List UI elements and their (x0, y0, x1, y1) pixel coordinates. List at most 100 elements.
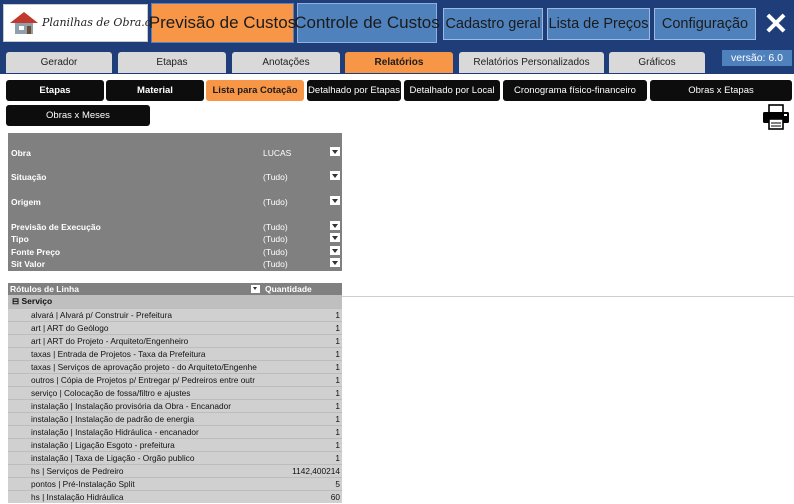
close-icon[interactable]: ✕ (760, 8, 792, 41)
row-quantity: 60 (330, 492, 340, 502)
filter-tipo-dropdown-icon[interactable] (330, 233, 340, 242)
row-quantity: 5 (335, 479, 340, 489)
row-quantity: 1 (335, 414, 340, 424)
row-label: pontos | Pré-Instalação Split (31, 479, 135, 489)
row-quantity: 1 (335, 453, 340, 463)
filter-tipo-value: (Tudo) (263, 234, 288, 244)
row-quantity: 1 (335, 401, 340, 411)
filter-fonte-dropdown-icon[interactable] (330, 246, 340, 255)
table-row[interactable]: instalação | Taxa de Ligação - Orgão pub… (8, 451, 342, 464)
filter-previsao-value: (Tudo) (263, 222, 288, 232)
row-label: instalação | Instalação provisória da Ob… (31, 401, 232, 411)
version-label: versão: 6.0 (722, 50, 792, 66)
pivot-table-header: Rótulos de Linha Quantidade (8, 283, 342, 295)
row-label: instalação | Instalação de padrão de ene… (31, 414, 195, 424)
controle-custos-button[interactable]: Controle de Custos (294, 3, 440, 43)
subtab-detalhado-etapas[interactable]: Detalhado por Etapas (307, 80, 401, 101)
pivot-table: Rótulos de Linha Quantidade ⊟ Serviço al… (8, 283, 342, 503)
table-row[interactable]: taxas | Entrada de Projetos - Taxa da Pr… (8, 347, 342, 360)
filter-sitvalor-dropdown-icon[interactable] (330, 258, 340, 267)
row-labels-dropdown-icon[interactable] (251, 285, 260, 293)
row-label: hs | Serviços de Pedreiro (31, 466, 124, 476)
filter-obra-value: LUCAS (263, 148, 292, 158)
tab-etapas[interactable]: Etapas (118, 52, 226, 73)
filter-tipo-label: Tipo (11, 234, 29, 244)
row-label: instalação | Instalação Hidráulica - enc… (31, 427, 199, 437)
table-row[interactable]: instalação | Instalação provisória da Ob… (8, 399, 342, 412)
row-label: hs | Instalação Hidráulica (31, 492, 124, 502)
pivot-rows: alvará | Alvará p/ Construir - Prefeitur… (8, 308, 342, 503)
house-logo-icon (10, 12, 38, 34)
row-label: instalação | Taxa de Ligação - Orgão pub… (31, 453, 195, 463)
subtab-obras-etapas[interactable]: Obras x Etapas (650, 80, 792, 101)
collapse-icon[interactable]: ⊟ (12, 296, 19, 306)
table-row[interactable]: outros | Cópia de Projetos p/ Entregar p… (8, 373, 342, 386)
row-quantity: 1 (335, 349, 340, 359)
configuracao-button[interactable]: Configuração (654, 8, 756, 40)
subtab-obras-meses[interactable]: Obras x Meses (6, 105, 150, 126)
table-row[interactable]: alvará | Alvará p/ Construir - Prefeitur… (8, 308, 342, 321)
filter-obra-dropdown-icon[interactable] (330, 147, 340, 156)
row-label: art | ART do Geólogo (31, 323, 109, 333)
cadastro-geral-button[interactable]: Cadastro geral (443, 8, 543, 40)
filter-situacao-value: (Tudo) (263, 172, 288, 182)
table-row[interactable]: art | ART do Projeto - Arquiteto/Engenhe… (8, 334, 342, 347)
filter-fonte-value: (Tudo) (263, 247, 288, 257)
table-row[interactable]: art | ART do Geólogo 1 (8, 321, 342, 334)
subtab-detalhado-local[interactable]: Detalhado por Local (404, 80, 500, 101)
row-quantity: 1 (335, 427, 340, 437)
tab-relatorios-personalizados[interactable]: Relatórios Personalizados (459, 52, 604, 73)
row-quantity: 1 (335, 440, 340, 450)
table-row[interactable]: instalação | Instalação Hidráulica - enc… (8, 425, 342, 438)
filter-situacao-dropdown-icon[interactable] (330, 171, 340, 180)
lista-precos-button[interactable]: Lista de Preços (547, 8, 650, 40)
app-logo: Planilhas de Obra.com (3, 4, 168, 42)
tab-relatorios[interactable]: Relatórios (345, 52, 453, 73)
table-row[interactable]: taxas | Serviços de aprovação projeto - … (8, 360, 342, 373)
filter-obra-label: Obra (11, 148, 31, 158)
filter-previsao-label: Previsão de Execução (11, 222, 101, 232)
group-row-servico[interactable]: ⊟ Serviço (8, 295, 342, 308)
group-label: Serviço (21, 296, 53, 306)
filter-origem-value: (Tudo) (263, 197, 288, 207)
printer-icon[interactable] (762, 104, 790, 130)
row-label: outros | Cópia de Projetos p/ Entregar p… (31, 375, 255, 385)
table-row[interactable]: hs | Serviços de Pedreiro 1142,400214 (8, 464, 342, 477)
row-label: instalação | Ligação Esgoto - prefeitura (31, 440, 175, 450)
table-row[interactable]: instalação | Ligação Esgoto - prefeitura… (8, 438, 342, 451)
divider (342, 296, 794, 297)
row-label: alvará | Alvará p/ Construir - Prefeitur… (31, 310, 172, 320)
subtab-lista-cotacao[interactable]: Lista para Cotação (206, 80, 304, 101)
table-row[interactable]: hs | Instalação Hidráulica 60 (8, 490, 342, 503)
header-quantity: Quantidade (265, 284, 312, 294)
filter-sitvalor-value: (Tudo) (263, 259, 288, 269)
row-quantity: 1 (335, 362, 340, 372)
filter-previsao-dropdown-icon[interactable] (330, 221, 340, 230)
subtab-material[interactable]: Material (106, 80, 204, 101)
row-label: art | ART do Projeto - Arquiteto/Engenhe… (31, 336, 189, 346)
row-label: taxas | Entrada de Projetos - Taxa da Pr… (31, 349, 206, 359)
row-quantity: 1 (335, 375, 340, 385)
subtab-cronograma[interactable]: Cronograma físico-financeiro (503, 80, 647, 101)
row-label: taxas | Serviços de aprovação projeto - … (31, 362, 257, 372)
table-row[interactable]: pontos | Pré-Instalação Split 5 (8, 477, 342, 490)
row-quantity: 1 (335, 388, 340, 398)
tab-anotacoes[interactable]: Anotações (232, 52, 340, 73)
pivot-filters-panel: Obra LUCAS Situação (Tudo) Origem (Tudo)… (8, 133, 342, 271)
tab-graficos[interactable]: Gráficos (609, 52, 705, 73)
row-quantity: 1 (335, 336, 340, 346)
table-row[interactable]: serviço | Colocação de fossa/filtro e aj… (8, 386, 342, 399)
row-label: serviço | Colocação de fossa/filtro e aj… (31, 388, 191, 398)
filter-origem-label: Origem (11, 197, 41, 207)
tab-gerador[interactable]: Gerador (6, 52, 112, 73)
filter-origem-dropdown-icon[interactable] (330, 196, 340, 205)
subtab-etapas[interactable]: Etapas (6, 80, 104, 101)
header-row-labels: Rótulos de Linha (10, 284, 79, 294)
row-quantity: 1 (335, 310, 340, 320)
table-row[interactable]: instalação | Instalação de padrão de ene… (8, 412, 342, 425)
previsao-custos-button[interactable]: Previsão de Custos (149, 3, 296, 43)
filter-sitvalor-label: Sit Valor (11, 259, 46, 269)
row-quantity: 1 (335, 323, 340, 333)
row-quantity: 1142,400214 (292, 466, 340, 476)
filter-situacao-label: Situação (11, 172, 47, 182)
